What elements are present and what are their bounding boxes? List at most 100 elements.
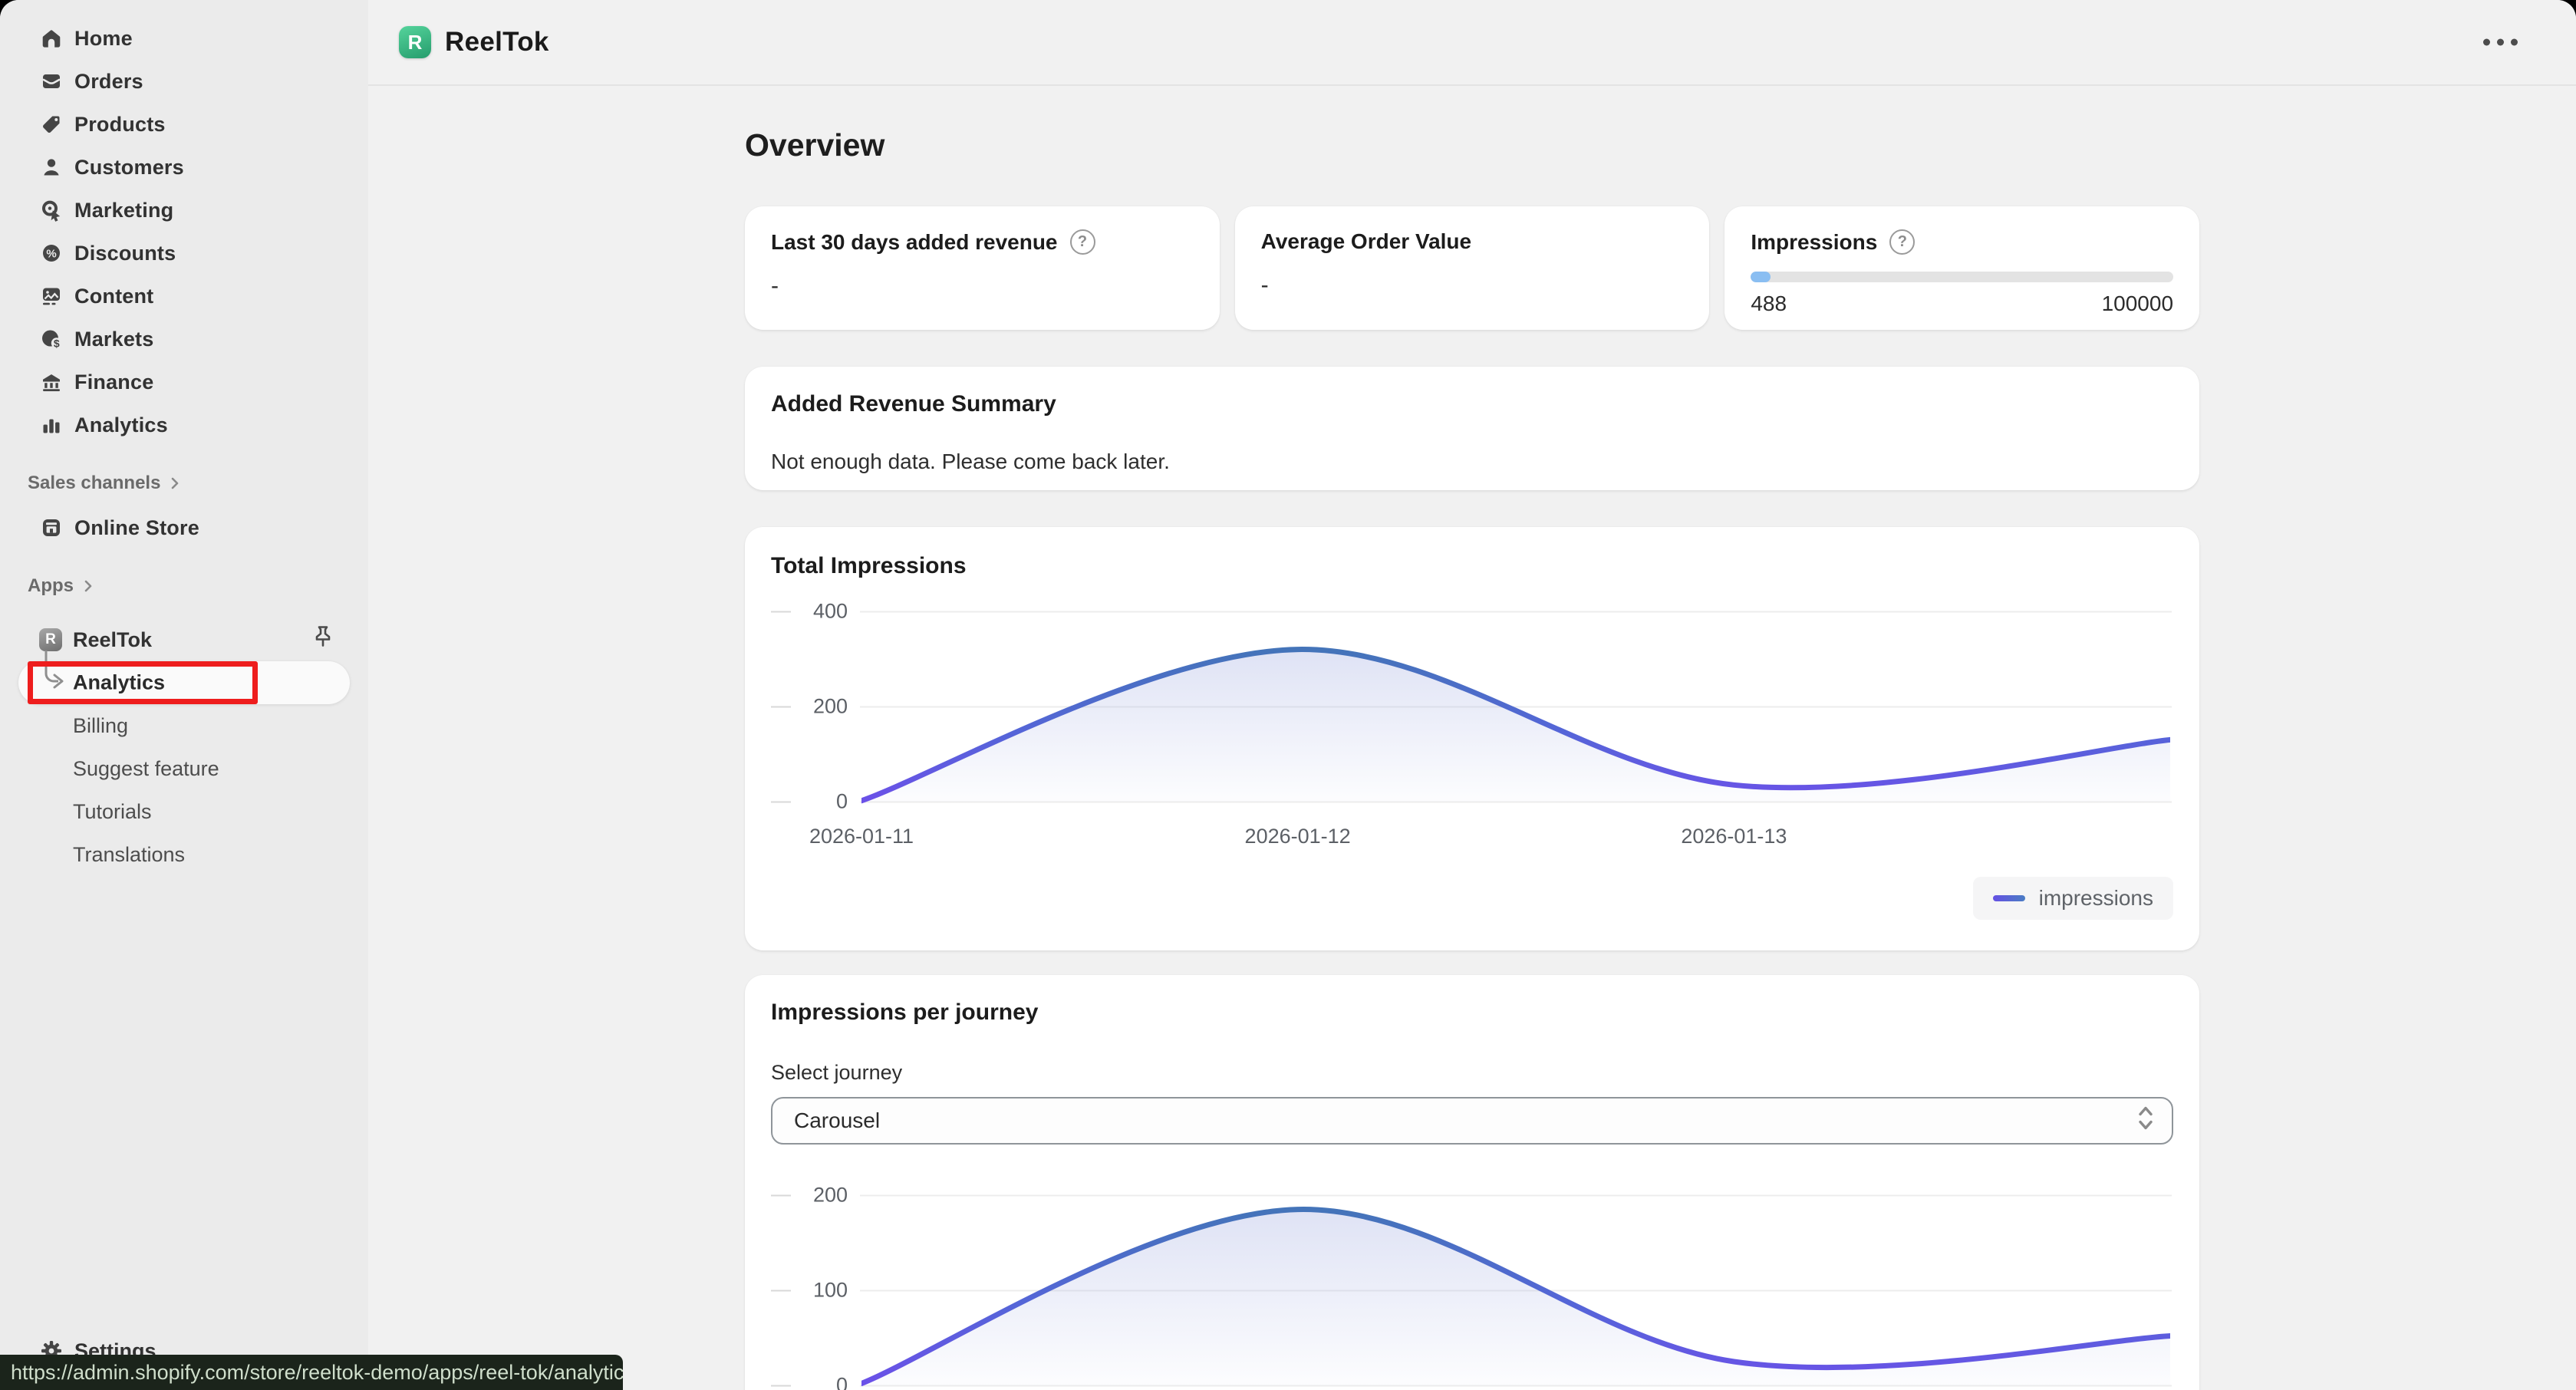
select-stepper-icon	[2135, 1102, 2156, 1140]
summary-card-message: Not enough data. Please come back later.	[771, 450, 1170, 473]
journey-select[interactable]: Carousel	[771, 1097, 2173, 1145]
sidebar-item-label: Markets	[74, 327, 154, 351]
apps-header[interactable]: Apps	[28, 569, 368, 603]
legend-line-swatch	[1992, 895, 2025, 901]
kebab-menu-icon[interactable]	[2476, 31, 2525, 54]
svg-text:%: %	[46, 248, 56, 261]
sidebar-item-home[interactable]: Home	[0, 17, 368, 60]
online-store-icon	[43, 519, 60, 536]
sidebar-item-markets[interactable]: $ Markets	[0, 318, 368, 361]
home-icon	[42, 30, 61, 48]
added-revenue-summary-card: Added Revenue Summary Not enough data. P…	[745, 367, 2199, 490]
metric-card-average-order-value: Average Order Value -	[1234, 206, 1710, 330]
sidebar-item-app-tutorials[interactable]: Tutorials	[0, 790, 368, 833]
main-area: R ReelTok Overview Last 30 days added re…	[368, 0, 2576, 1390]
sidebar-item-label: Home	[74, 26, 133, 50]
app-title: ReelTok	[445, 27, 549, 57]
finance-bank-icon	[43, 374, 60, 391]
help-icon[interactable]: ?	[1069, 229, 1095, 255]
marketing-target-icon	[42, 200, 61, 222]
legend-item-impressions[interactable]: impressions	[1972, 877, 2173, 920]
total-impressions-line-chart	[861, 647, 2170, 804]
metrics-row: Last 30 days added revenue ? - Average O…	[745, 206, 2200, 330]
analytics-bars-icon	[43, 419, 60, 433]
metric-card-impressions: Impressions ? 488 100000	[1724, 206, 2200, 330]
metric-title: Last 30 days added revenue	[771, 229, 1058, 254]
sidebar: Home Orders Products Customers Marketing…	[0, 0, 623, 1390]
impressions-progress-bar	[1751, 272, 2174, 282]
chevron-right-icon	[84, 580, 92, 592]
impressions-current: 488	[1751, 292, 1787, 315]
app-subitem-label: Billing	[73, 713, 129, 737]
products-tag-icon	[43, 116, 60, 133]
journey-impressions-line-chart	[861, 1207, 2170, 1386]
app-top-bar: R ReelTok	[368, 0, 2576, 86]
sidebar-item-app-suggest-feature[interactable]: Suggest feature	[0, 747, 368, 790]
customers-icon	[44, 159, 59, 176]
sidebar-item-label: Content	[74, 284, 154, 308]
reeltok-app-label: ReelTok	[73, 627, 153, 651]
sidebar-item-app-analytics[interactable]: Analytics	[0, 651, 368, 704]
sidebar-item-label: Finance	[74, 370, 154, 394]
sidebar-item-content[interactable]: Content	[0, 275, 368, 318]
impressions-target: 100000	[2101, 292, 2174, 315]
sidebar-item-customers[interactable]: Customers	[0, 146, 368, 189]
tree-elbow-arrow-icon	[44, 651, 64, 689]
help-icon[interactable]: ?	[1889, 229, 1916, 255]
sidebar-item-label: Orders	[74, 69, 143, 93]
status-bar-url: https://admin.shopify.com/store/reeltok-…	[0, 1355, 623, 1390]
reeltok-app-icon: R	[39, 628, 62, 651]
app-subitem-label: Translations	[73, 842, 186, 866]
sidebar-item-label: Online Store	[74, 515, 199, 539]
journey-select-value: Carousel	[794, 1108, 881, 1132]
y-tick-label: 0	[835, 789, 848, 813]
sidebar-item-label: Marketing	[74, 198, 174, 222]
y-tick-label: 400	[812, 599, 848, 623]
sidebar-item-label: Customers	[74, 155, 184, 179]
sidebar-item-discounts[interactable]: % Discounts	[0, 232, 368, 275]
sales-channels-label: Sales channels	[28, 473, 161, 493]
sales-channels-header[interactable]: Sales channels	[28, 466, 368, 500]
page-content: Overview Last 30 days added revenue ? - …	[745, 127, 2200, 1390]
metric-card-added-revenue: Last 30 days added revenue ? -	[745, 206, 1220, 330]
journey-card-title: Impressions per journey	[771, 1000, 1039, 1025]
x-tick-label: 2026-01-11	[809, 825, 914, 848]
legend-label: impressions	[2038, 886, 2153, 910]
total-impressions-plot: 400 200 0	[771, 600, 2173, 813]
x-axis-labels: 2026-01-11 2026-01-12 2026-01-13	[809, 825, 2170, 851]
orders-icon	[42, 74, 61, 88]
y-tick-label: 200	[812, 1183, 848, 1207]
app-subitem-analytics-label: Analytics	[73, 670, 166, 694]
y-tick-label: 100	[812, 1278, 848, 1302]
metric-title: Average Order Value	[1260, 229, 1472, 253]
chart-card-title: Total Impressions	[771, 553, 967, 578]
metric-title: Impressions	[1751, 229, 1878, 254]
sidebar-item-marketing[interactable]: Marketing	[0, 189, 368, 232]
content-media-icon	[43, 288, 60, 305]
total-impressions-card: Total Impressions 400 200 0 2026-01-11 2…	[745, 527, 2199, 950]
metric-value: -	[1260, 272, 1269, 298]
sidebar-item-orders[interactable]: Orders	[0, 60, 368, 103]
legend-row: impressions	[771, 877, 2173, 920]
page-title: Overview	[745, 127, 885, 163]
x-tick-label: 2026-01-12	[1244, 825, 1351, 848]
app-subitem-label: Tutorials	[73, 799, 152, 823]
admin-window: Home Orders Products Customers Marketing…	[0, 0, 2576, 1390]
sidebar-item-analytics[interactable]: Analytics	[0, 403, 368, 446]
impressions-per-journey-card: Impressions per journey Select journey C…	[745, 975, 2199, 1390]
sidebar-item-label: Discounts	[74, 241, 176, 265]
select-journey-label: Select journey	[771, 1061, 903, 1084]
sidebar-item-products[interactable]: Products	[0, 103, 368, 146]
sidebar-item-app-billing[interactable]: Billing	[0, 704, 368, 747]
sidebar-item-finance[interactable]: Finance	[0, 361, 368, 403]
metric-value: -	[771, 273, 779, 298]
svg-text:$: $	[54, 337, 60, 349]
x-tick-label: 2026-01-13	[1681, 825, 1787, 848]
app-subitem-label: Suggest feature	[73, 756, 219, 780]
sidebar-item-app-translations[interactable]: Translations	[0, 833, 368, 876]
sidebar-item-label: Products	[74, 112, 166, 136]
sidebar-item-online-store[interactable]: Online Store	[0, 506, 368, 549]
y-tick-label: 0	[835, 1373, 848, 1390]
pin-icon[interactable]	[310, 623, 336, 657]
impressions-progress-fill	[1751, 272, 1771, 282]
